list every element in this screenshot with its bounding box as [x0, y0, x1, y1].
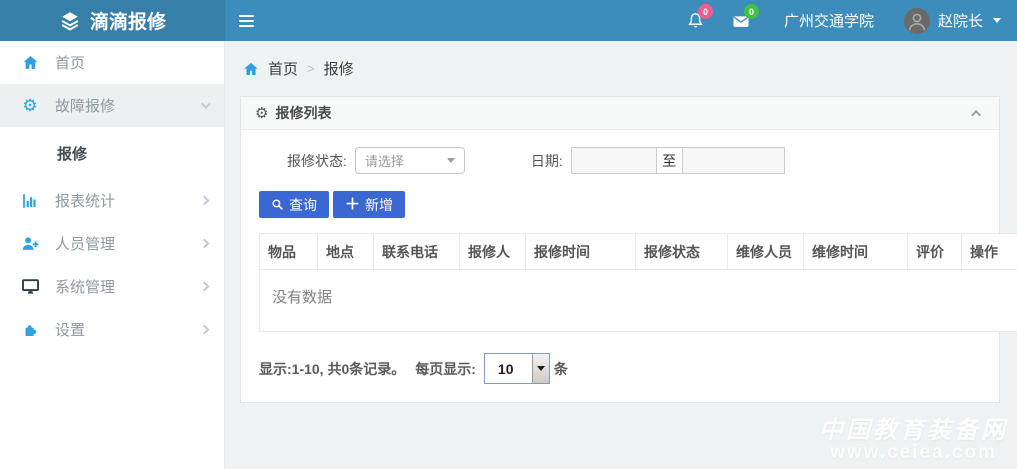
sidebar: 首页 ⚙ 故障报修 报修 报表统计	[0, 41, 225, 469]
caret-down-icon	[537, 366, 545, 371]
repair-table: 物品 地点 联系电话 报修人 报修时间 报修状态 维修人员 维修时间 评价	[259, 233, 981, 332]
column-header-actions: 操作	[962, 234, 1017, 270]
breadcrumb-home[interactable]: 首页	[268, 58, 298, 79]
sidebar-item-personnel[interactable]: 人员管理	[0, 222, 224, 265]
app-logo[interactable]: 滴滴报修	[0, 0, 225, 41]
table-header-row: 物品 地点 联系电话 报修人 报修时间 报修状态 维修人员 维修时间 评价	[260, 234, 1017, 270]
user-plus-icon	[18, 234, 42, 253]
sidebar-item-label: 人员管理	[55, 233, 115, 254]
gears-icon: ⚙	[18, 97, 42, 114]
column-header-item: 物品	[260, 234, 318, 270]
chevron-right-icon	[200, 325, 210, 335]
chevron-up-icon	[971, 109, 981, 119]
column-header-phone: 联系电话	[374, 234, 460, 270]
select-caret-icon	[447, 158, 455, 163]
sidebar-item-label: 报表统计	[55, 190, 115, 211]
no-data-message: 没有数据	[260, 270, 1017, 332]
date-to-input[interactable]	[682, 147, 785, 174]
school-name: 广州交通学院	[764, 10, 894, 31]
messages-button[interactable]: 0	[718, 0, 764, 41]
content-area: 首页 > 报修 ⚙ 报修列表 报修状态: 请选择	[225, 41, 1017, 469]
user-menu-button[interactable]: 赵院长	[894, 0, 1017, 41]
top-header: 滴滴报修 0	[0, 0, 1017, 41]
navbar: 0 0 广州交通学院	[225, 0, 1017, 41]
home-icon	[243, 61, 259, 77]
date-range-group: 至	[571, 147, 785, 174]
status-filter-label: 报修状态:	[287, 151, 347, 171]
per-page-value: 10	[485, 361, 514, 377]
watermark: 中国教育装备网 www.ceiea.com	[819, 410, 1008, 464]
column-header-maintain-time: 维修时间	[804, 234, 908, 270]
sidebar-toggle-button[interactable]	[225, 0, 267, 41]
select-dropdown-button[interactable]	[532, 354, 549, 383]
per-page-select[interactable]: 10	[484, 353, 550, 384]
column-header-status: 报修状态	[636, 234, 728, 270]
chevron-down-icon	[993, 18, 1001, 23]
empty-row: 没有数据	[260, 270, 1017, 332]
mail-badge: 0	[744, 4, 759, 19]
panel-title: 报修列表	[275, 103, 331, 123]
home-icon	[18, 54, 42, 71]
column-header-report-time: 报修时间	[526, 234, 636, 270]
sidebar-item-label: 首页	[55, 52, 85, 73]
per-page-label: 每页显示:	[415, 359, 476, 379]
search-button[interactable]: 查询	[259, 191, 329, 218]
layers-icon	[59, 10, 81, 32]
sidebar-item-label: 设置	[55, 319, 85, 340]
action-buttons: 查询 ＋ 新增	[259, 191, 981, 218]
panel-header: ⚙ 报修列表	[241, 97, 999, 130]
plus-icon: ＋	[345, 197, 360, 212]
per-page-unit: 条	[554, 359, 568, 379]
column-header-location: 地点	[318, 234, 374, 270]
column-header-rating: 评价	[908, 234, 962, 270]
chevron-right-icon	[200, 239, 210, 249]
date-separator-label: 至	[656, 147, 683, 174]
breadcrumb: 首页 > 报修	[243, 58, 1000, 79]
chevron-right-icon	[200, 282, 210, 292]
gear-icon: ⚙	[255, 106, 268, 121]
sidebar-item-system[interactable]: 系统管理	[0, 265, 224, 308]
bell-badge: 0	[698, 4, 713, 19]
sidebar-subitem-repair[interactable]: 报修	[0, 127, 224, 179]
panel-collapse-button[interactable]	[970, 106, 985, 121]
watermark-url: www.ceiea.com	[819, 442, 1008, 464]
notifications-button[interactable]: 0	[673, 0, 718, 41]
add-button-label: 新增	[365, 195, 393, 215]
status-select-value: 请选择	[365, 151, 404, 170]
sidebar-item-report-statistics[interactable]: 报表统计	[0, 179, 224, 222]
repair-list-panel: ⚙ 报修列表 报修状态: 请选择 日期: 至	[240, 96, 1000, 403]
watermark-title: 中国教育装备网	[819, 410, 1008, 445]
chevron-down-icon	[201, 99, 211, 109]
column-header-reporter: 报修人	[460, 234, 526, 270]
sidebar-item-label: 系统管理	[55, 276, 115, 297]
puzzle-icon	[18, 321, 42, 339]
monitor-icon	[18, 277, 42, 296]
app-window: 滴滴报修 0	[0, 0, 1017, 469]
sidebar-item-settings[interactable]: 设置	[0, 308, 224, 351]
search-icon	[271, 198, 284, 211]
sidebar-item-label: 故障报修	[55, 95, 115, 116]
pagination: 显示:1-10, 共0条记录。 每页显示: 10 条	[259, 353, 981, 386]
sidebar-item-fault-repair[interactable]: ⚙ 故障报修	[0, 84, 224, 127]
breadcrumb-current: 报修	[324, 58, 354, 79]
breadcrumb-separator: >	[307, 61, 315, 76]
column-header-maintainer: 维修人员	[728, 234, 804, 270]
pagination-summary: 显示:1-10, 共0条记录。	[259, 359, 405, 379]
chevron-right-icon	[200, 196, 210, 206]
search-button-label: 查询	[289, 195, 317, 215]
add-button[interactable]: ＋ 新增	[333, 191, 405, 218]
filter-row: 报修状态: 请选择 日期: 至	[259, 147, 981, 174]
repair-status-select[interactable]: 请选择	[355, 147, 465, 174]
app-title: 滴滴报修	[90, 7, 166, 34]
date-from-input[interactable]	[571, 147, 657, 174]
user-name: 赵院长	[938, 10, 983, 31]
sidebar-item-home[interactable]: 首页	[0, 41, 224, 84]
date-filter-label: 日期:	[531, 151, 563, 171]
avatar	[904, 8, 930, 34]
bar-chart-icon	[18, 192, 42, 210]
sidebar-subitem-label: 报修	[57, 143, 87, 164]
